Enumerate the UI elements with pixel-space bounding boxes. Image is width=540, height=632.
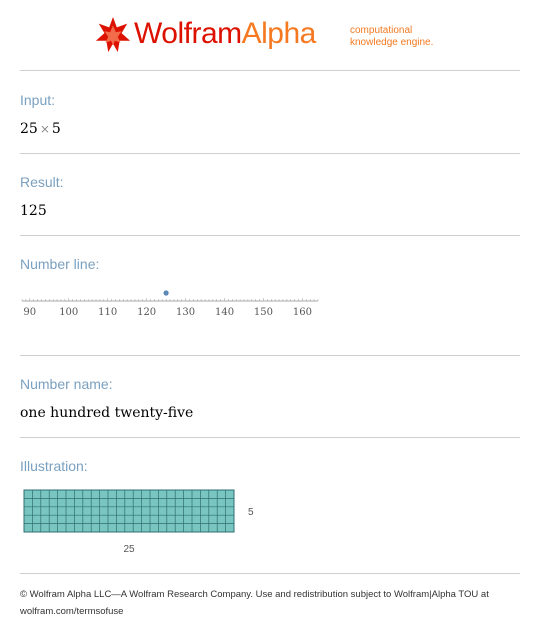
number-line-tick-label: 100 [59, 307, 78, 318]
number-line-tick-label: 160 [293, 307, 312, 318]
logo-alpha: Alpha [241, 17, 317, 50]
number-line-pod-title: Number line: [20, 256, 100, 272]
number-line-marker-point [163, 290, 169, 296]
illustration-pod-title: Illustration: [20, 458, 88, 474]
number-name-pod-title: Number name: [20, 376, 113, 392]
input-pod-title: Input: [20, 92, 56, 108]
tagline-line-1: computational [350, 25, 413, 36]
wolfram-spikey-logo-icon [95, 16, 131, 53]
illustration-width-label: 25 [123, 544, 135, 555]
tagline: computational knowledge engine. [350, 25, 433, 49]
illustration-rectangle [23, 489, 235, 533]
wolframalpha-logo-text: WolframAlpha [134, 14, 316, 54]
input-pod-value: 25 × 5 [20, 121, 61, 137]
number-line-tick-label: 150 [254, 307, 273, 318]
tagline-line-2: knowledge engine. [350, 37, 434, 48]
terms-of-use-link[interactable]: wolfram.com/termsofuse [20, 603, 520, 620]
footer-copyright: © Wolfram Alpha LLC—A Wolfram Research C… [20, 589, 489, 600]
divider [20, 355, 520, 356]
illustration-grid: 25 5 [23, 489, 254, 555]
number-line-tick-label: 130 [176, 307, 195, 318]
divider [20, 437, 520, 438]
divider [20, 235, 520, 236]
divider [20, 153, 520, 154]
header: WolframAlpha computational knowledge eng… [0, 0, 540, 70]
input-right-operand: 5 [51, 121, 61, 137]
footer: © Wolfram Alpha LLC—A Wolfram Research C… [20, 586, 520, 620]
number-line-tick-label: 110 [98, 307, 117, 318]
divider [20, 573, 520, 574]
number-line-tick-label: 140 [215, 307, 234, 318]
number-name-value: one hundred twenty-five [20, 405, 194, 421]
result-pod-title: Result: [20, 174, 64, 190]
times-operator: × [39, 122, 50, 136]
number-line-plot: 90 100 110 120 130 140 150 160 [21, 290, 319, 318]
input-left-operand: 25 [20, 121, 38, 137]
logo-wolfram: Wolfram [134, 17, 242, 50]
number-line-tick-label: 120 [137, 307, 156, 318]
divider [20, 70, 520, 71]
illustration-height-label: 5 [248, 507, 254, 518]
result-pod-value: 125 [20, 203, 47, 219]
number-line-tick-label: 90 [23, 307, 36, 318]
